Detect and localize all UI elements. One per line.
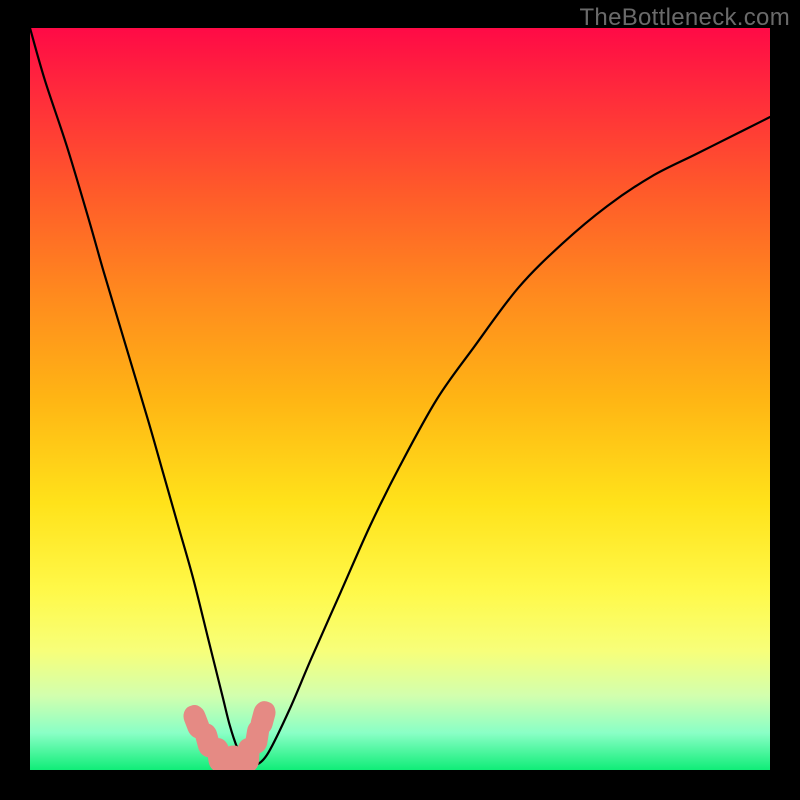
bottleneck-curve xyxy=(30,28,770,767)
curve-plot xyxy=(30,28,770,770)
watermark-text: TheBottleneck.com xyxy=(579,4,790,32)
chart-area xyxy=(30,28,770,770)
